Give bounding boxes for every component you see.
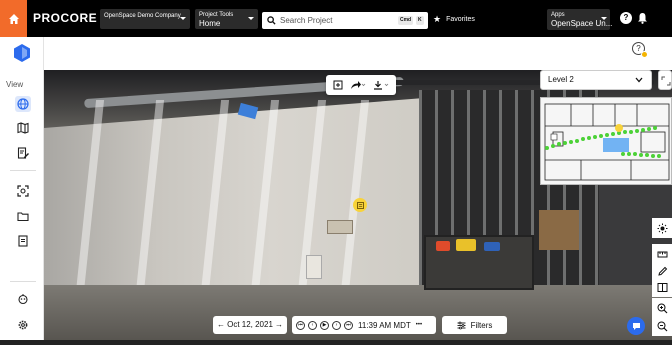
scan-icon (17, 185, 29, 197)
field-note-pin[interactable] (353, 198, 367, 212)
chat-button[interactable] (627, 317, 645, 335)
capture-time-controls: ⏮ ‹ ▶ › ⏭ 11:39 AM MDT ••• (292, 316, 436, 334)
pencil-icon (657, 266, 667, 276)
previous-date-arrow-icon[interactable]: ← (217, 316, 225, 334)
bottom-status-strip (0, 340, 672, 345)
zoom-in-icon (657, 303, 667, 313)
map-icon (17, 122, 29, 134)
top-navigation-bar: PROCORE OpenSpace Demo Company Project T… (0, 0, 672, 37)
chat-bubble-icon (632, 322, 640, 330)
floor-plan-drawing (541, 98, 671, 184)
brightness-button[interactable] (652, 218, 672, 238)
favorites-label: Favorites (446, 16, 475, 23)
home-button[interactable] (0, 0, 27, 37)
add-annotation-icon[interactable] (333, 80, 343, 90)
filters-label: Filters (470, 320, 493, 330)
cart-item (484, 242, 500, 251)
chevron-down-icon (248, 17, 254, 20)
filters-button[interactable]: Filters (442, 316, 507, 334)
robot-icon (18, 294, 28, 305)
note-icon (356, 201, 364, 209)
company-select-value: OpenSpace Demo Company (104, 13, 181, 19)
floor-plan-minimap[interactable] (540, 97, 672, 185)
sun-icon (657, 223, 667, 233)
share-icon[interactable] (350, 80, 366, 90)
project-tools-caption: Project Tools (199, 12, 234, 18)
more-options-icon[interactable]: ••• (416, 322, 422, 328)
zoom-in-button[interactable] (652, 298, 672, 318)
company-select[interactable]: OpenSpace Demo Company (100, 9, 190, 29)
sidebar-item-map[interactable] (15, 120, 31, 136)
download-icon[interactable] (373, 80, 389, 90)
chevron-down-icon (601, 17, 607, 20)
home-icon (8, 13, 19, 24)
help-button[interactable]: ? (620, 12, 632, 24)
project-tools-value: Home (199, 19, 221, 28)
search-input[interactable]: Search Project Cmd K (262, 12, 428, 29)
capture-date-navigator: ← Oct 12, 2021 → (213, 316, 287, 334)
expand-icon (661, 76, 671, 86)
step-back-icon[interactable]: ‹ (308, 320, 317, 330)
sidebar-divider (10, 281, 36, 282)
cart-item (456, 239, 476, 251)
edit-doc-icon (17, 147, 29, 159)
play-icon[interactable]: ▶ (320, 320, 329, 330)
star-icon: ★ (433, 14, 442, 24)
viewer-toolbar (326, 75, 396, 95)
sidebar-item-scan[interactable] (15, 183, 31, 199)
skip-last-icon[interactable]: ⏭ (344, 320, 353, 330)
floor (44, 285, 672, 345)
apps-value: OpenSpace Un... (551, 19, 613, 28)
split-view-icon (657, 282, 667, 292)
favorites-button[interactable]: ★ Favorites (433, 14, 475, 25)
notifications-button[interactable] (637, 11, 648, 29)
level-select[interactable]: Level 2 (540, 70, 652, 90)
chevron-down-icon (180, 17, 186, 20)
gear-icon (18, 320, 28, 330)
zoom-out-icon (657, 321, 667, 331)
skip-first-icon[interactable]: ⏮ (296, 320, 305, 330)
step-forward-icon[interactable]: › (332, 320, 341, 330)
apps-caption: Apps (551, 12, 565, 18)
ruler-icon (657, 251, 667, 257)
cart-item (436, 241, 450, 251)
document-icon (18, 235, 28, 247)
capture-time: 11:39 AM MDT (358, 320, 411, 330)
filter-sliders-icon (457, 321, 466, 329)
shortcut-cmd-key: Cmd (398, 16, 414, 25)
sidebar-item-field-notes[interactable] (15, 145, 31, 161)
chevron-down-icon (635, 77, 643, 83)
folder-icon (17, 212, 29, 222)
sidebar-item-assistant[interactable] (15, 291, 31, 307)
next-date-arrow-icon[interactable]: → (275, 316, 283, 334)
cardboard-boxes (539, 210, 579, 250)
notification-dot (641, 51, 648, 58)
openspace-logo (14, 44, 30, 67)
view-section-label: View (6, 80, 24, 89)
zoom-out-button[interactable] (652, 316, 672, 336)
sidebar-item-files[interactable] (15, 208, 31, 224)
project-tools-select[interactable]: Project Tools Home (195, 9, 258, 29)
split-view-button[interactable] (652, 277, 672, 297)
sidebar-item-settings[interactable] (15, 317, 31, 333)
search-placeholder: Search Project (280, 16, 333, 25)
fullscreen-button[interactable] (658, 70, 672, 90)
apps-select[interactable]: Apps OpenSpace Un... (547, 9, 613, 30)
sidebar-item-documents[interactable] (15, 233, 31, 249)
sidebar-item-360-view[interactable] (15, 96, 31, 112)
bell-icon (638, 13, 647, 24)
sidebar-divider (10, 170, 36, 171)
procore-logo: PROCORE (33, 11, 98, 25)
electrical-panel (306, 255, 322, 279)
wall-box (327, 220, 353, 234)
level-select-value: Level 2 (548, 75, 574, 84)
shortcut-k-key: K (416, 16, 424, 25)
globe-icon (17, 98, 29, 110)
capture-date[interactable]: Oct 12, 2021 (227, 316, 273, 334)
material-cart (424, 235, 534, 290)
search-icon (267, 16, 276, 25)
